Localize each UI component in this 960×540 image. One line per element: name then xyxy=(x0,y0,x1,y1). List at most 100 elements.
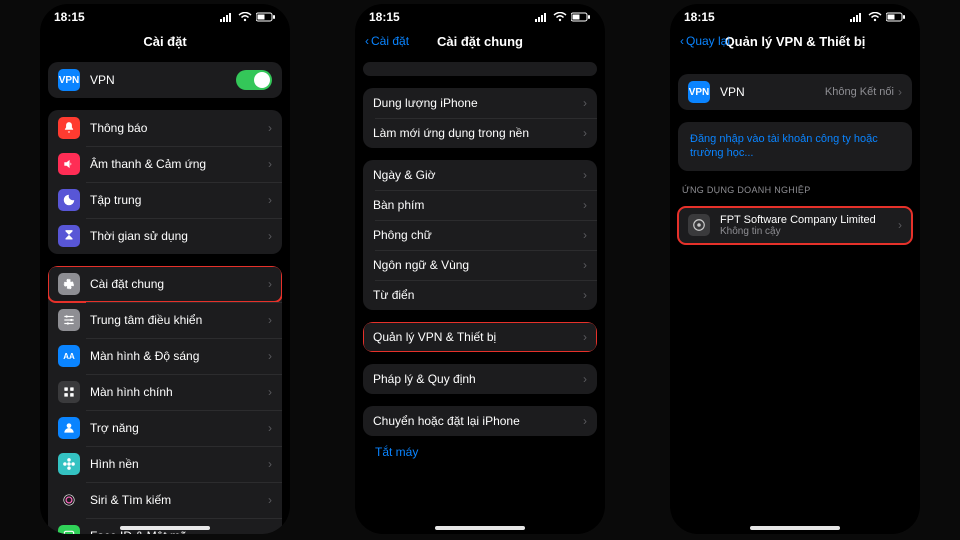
settings-row[interactable]: Hình nền› xyxy=(48,446,282,482)
settings-row[interactable]: Làm mới ứng dụng trong nền› xyxy=(363,118,597,148)
settings-row[interactable]: Chuyển hoặc đặt lại iPhone› xyxy=(363,406,597,436)
settings-row[interactable]: Bàn phím› xyxy=(363,190,597,220)
row-vpn[interactable]: VPN VPN Không Kết nối › xyxy=(678,74,912,110)
section-header: ỨNG DỤNG DOANH NGHIỆP xyxy=(682,185,908,195)
settings-row[interactable]: Siri & Tìm kiếm› xyxy=(48,482,282,518)
row-label: VPN xyxy=(90,73,236,87)
enterprise-group: FPT Software Company Limited Không tin c… xyxy=(678,207,912,244)
home-indicator[interactable] xyxy=(120,526,210,530)
row-label: Thông báo xyxy=(90,121,268,135)
chevron-right-icon: › xyxy=(268,421,272,435)
signal-icon xyxy=(220,12,234,22)
phone-screen-settings: 18:15 Cài đặt VPN VPN Thông báo›Âm thanh… xyxy=(40,4,290,534)
settings-row[interactable]: Pháp lý & Quy định› xyxy=(363,364,597,394)
row-hidden[interactable] xyxy=(363,62,597,76)
settings-row[interactable]: Âm thanh & Cảm ứng› xyxy=(48,146,282,182)
page-title: Quản lý VPN & Thiết bị xyxy=(725,34,866,49)
settings-row[interactable]: Cài đặt chung› xyxy=(48,266,282,302)
face-icon xyxy=(58,525,80,534)
navbar: ‹ Quay lại Quản lý VPN & Thiết bị xyxy=(670,26,920,56)
settings-group-1: Thông báo›Âm thanh & Cảm ứng›Tập trung›T… xyxy=(48,110,282,254)
row-vpn[interactable]: VPN VPN xyxy=(48,62,282,98)
row-label: Ngôn ngữ & Vùng xyxy=(373,258,583,272)
page-title: Cài đặt xyxy=(143,34,186,49)
row-label: Phông chữ xyxy=(373,228,583,242)
app-icon: AA xyxy=(58,345,80,367)
chevron-right-icon: › xyxy=(583,330,587,344)
chevron-right-icon: › xyxy=(268,157,272,171)
chevron-right-icon: › xyxy=(268,457,272,471)
chevron-right-icon: › xyxy=(583,258,587,272)
signin-link[interactable]: Đăng nhập vào tài khoản công ty hoặc trư… xyxy=(678,122,912,171)
settings-row[interactable]: Ngôn ngữ & Vùng› xyxy=(363,250,597,280)
chevron-right-icon: › xyxy=(268,385,272,399)
row-label: Chuyển hoặc đặt lại iPhone xyxy=(373,414,583,428)
flower-icon xyxy=(58,453,80,475)
row-profile[interactable]: FPT Software Company Limited Không tin c… xyxy=(678,207,912,244)
status-time: 18:15 xyxy=(369,10,400,24)
navbar: Cài đặt xyxy=(40,26,290,56)
battery-icon xyxy=(886,12,906,22)
status-time: 18:15 xyxy=(684,10,715,24)
shutdown-link[interactable]: Tắt máy xyxy=(363,436,597,468)
chevron-right-icon: › xyxy=(583,228,587,242)
chevron-left-icon: ‹ xyxy=(680,34,684,48)
home-indicator[interactable] xyxy=(435,526,525,530)
settings-row[interactable]: Trợ năng› xyxy=(48,410,282,446)
chevron-right-icon: › xyxy=(268,349,272,363)
chevron-right-icon: › xyxy=(268,313,272,327)
back-button[interactable]: ‹ Quay lại xyxy=(680,34,730,48)
chevron-right-icon: › xyxy=(268,121,272,135)
page-title: Cài đặt chung xyxy=(437,34,523,49)
settings-row[interactable]: Phông chữ› xyxy=(363,220,597,250)
settings-row[interactable]: Thông báo› xyxy=(48,110,282,146)
settings-list[interactable]: VPN VPN Thông báo›Âm thanh & Cảm ứng›Tập… xyxy=(40,56,290,534)
moon-icon xyxy=(58,189,80,211)
chevron-right-icon: › xyxy=(268,193,272,207)
vpn-toggle[interactable] xyxy=(236,70,272,90)
signin-group: Đăng nhập vào tài khoản công ty hoặc trư… xyxy=(678,122,912,171)
home-indicator[interactable] xyxy=(750,526,840,530)
row-label: Trung tâm điều khiển xyxy=(90,313,268,327)
status-bar: 18:15 xyxy=(355,4,605,26)
settings-row[interactable]: Trung tâm điều khiển› xyxy=(48,302,282,338)
vpn-device-list[interactable]: VPN VPN Không Kết nối › Đăng nhập vào tà… xyxy=(670,56,920,534)
status-time: 18:15 xyxy=(54,10,85,24)
settings-row[interactable]: Màn hình chính› xyxy=(48,374,282,410)
settings-row[interactable]: Dung lượng iPhone› xyxy=(363,88,597,118)
siri-icon xyxy=(58,489,80,511)
chevron-right-icon: › xyxy=(268,529,272,534)
settings-row[interactable]: Tập trung› xyxy=(48,182,282,218)
row-label: Siri & Tìm kiếm xyxy=(90,493,268,507)
chevron-right-icon: › xyxy=(583,168,587,182)
status-icons xyxy=(535,12,591,22)
settings-row[interactable]: Từ điển› xyxy=(363,280,597,310)
wifi-icon xyxy=(553,12,567,22)
chevron-right-icon: › xyxy=(583,372,587,386)
general-group-3: Quản lý VPN & Thiết bị› xyxy=(363,322,597,352)
settings-row[interactable]: AAMàn hình & Độ sáng› xyxy=(48,338,282,374)
chevron-right-icon: › xyxy=(898,218,902,232)
chevron-right-icon: › xyxy=(268,493,272,507)
row-label: Từ điển xyxy=(373,288,583,302)
row-label: Màn hình chính xyxy=(90,385,268,399)
settings-row[interactable]: Quản lý VPN & Thiết bị› xyxy=(363,322,597,352)
settings-row[interactable]: Thời gian sử dụng› xyxy=(48,218,282,254)
vpn-icon: VPN xyxy=(688,81,710,103)
vpn-group: VPN VPN Không Kết nối › xyxy=(678,74,912,110)
back-button[interactable]: ‹ Cài đặt xyxy=(365,34,409,48)
person-icon xyxy=(58,417,80,439)
row-label: Trợ năng xyxy=(90,421,268,435)
general-group-4: Pháp lý & Quy định› xyxy=(363,364,597,394)
settings-row[interactable]: Ngày & Giờ› xyxy=(363,160,597,190)
gear-icon xyxy=(58,273,80,295)
general-list[interactable]: Dung lượng iPhone›Làm mới ứng dụng trong… xyxy=(355,56,605,534)
general-group-1: Dung lượng iPhone›Làm mới ứng dụng trong… xyxy=(363,88,597,148)
row-label: Âm thanh & Cảm ứng xyxy=(90,157,268,171)
chevron-right-icon: › xyxy=(268,277,272,291)
wifi-icon xyxy=(238,12,252,22)
sliders-icon xyxy=(58,309,80,331)
battery-icon xyxy=(256,12,276,22)
row-label: Pháp lý & Quy định xyxy=(373,372,583,386)
row-label: Ngày & Giờ xyxy=(373,168,583,182)
